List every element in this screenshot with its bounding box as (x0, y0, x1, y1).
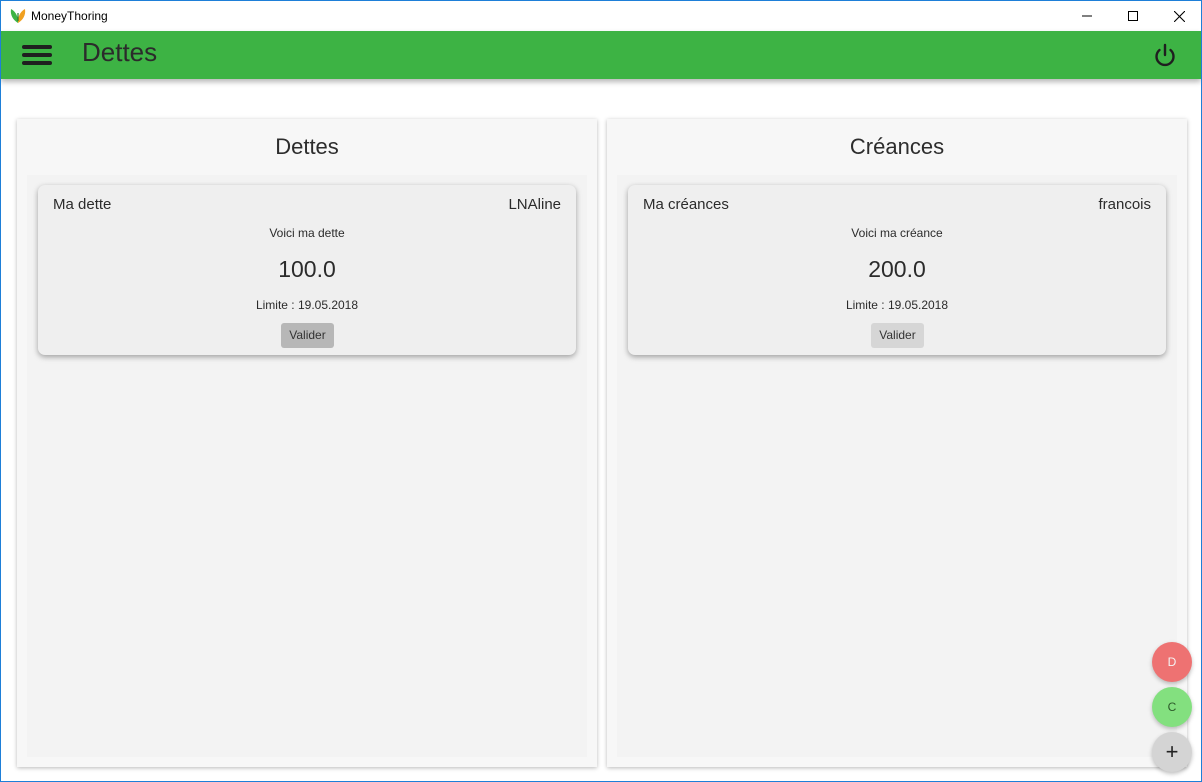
validate-debt-button[interactable]: Valider (281, 323, 334, 348)
hamburger-menu-icon[interactable] (21, 43, 53, 67)
window-title: MoneyThoring (31, 9, 108, 23)
app-logo-icon (10, 9, 26, 23)
minimize-icon (1082, 15, 1092, 17)
add-fab[interactable]: + (1152, 732, 1192, 772)
debt-card: Ma dette LNAline Voici ma dette 100.0 Li… (38, 185, 576, 355)
debts-panel: Dettes Ma dette LNAline Voici ma dette 1… (17, 119, 597, 767)
credit-amount: 200.0 (868, 256, 926, 282)
power-icon[interactable] (1151, 42, 1179, 70)
credit-person: francois (1098, 196, 1151, 213)
title-bar: MoneyThoring (1, 1, 1201, 31)
debts-list: Ma dette LNAline Voici ma dette 100.0 Li… (27, 175, 587, 757)
close-icon (1173, 10, 1185, 22)
page-title: Dettes (82, 37, 158, 67)
credit-limit: Limite : 19.05.2018 (845, 298, 949, 312)
credits-header: Créances (849, 134, 945, 159)
validate-credit-button[interactable]: Valider (871, 323, 924, 348)
credit-title: Ma créances (643, 196, 729, 213)
app-bar: Dettes (1, 31, 1201, 79)
credits-list: Ma créances francois Voici ma créance 20… (617, 175, 1177, 757)
maximize-button[interactable] (1110, 1, 1156, 31)
debt-limit: Limite : 19.05.2018 (255, 298, 359, 312)
debt-description: Voici ma dette (269, 226, 345, 240)
add-debt-fab[interactable]: D (1152, 642, 1192, 682)
debt-amount: 100.0 (278, 256, 336, 282)
app-window: MoneyThoring Dettes Dettes Ma dette LNAl… (0, 0, 1202, 782)
maximize-icon (1128, 11, 1138, 21)
debt-person: LNAline (508, 196, 561, 213)
debt-title: Ma dette (53, 196, 112, 213)
minimize-button[interactable] (1064, 1, 1110, 31)
credit-description: Voici ma créance (851, 226, 943, 240)
credits-panel: Créances Ma créances francois Voici ma c… (607, 119, 1187, 767)
add-credit-fab[interactable]: C (1152, 687, 1192, 727)
credit-card: Ma créances francois Voici ma créance 20… (628, 185, 1166, 355)
close-button[interactable] (1156, 1, 1201, 31)
debts-header: Dettes (275, 134, 339, 159)
